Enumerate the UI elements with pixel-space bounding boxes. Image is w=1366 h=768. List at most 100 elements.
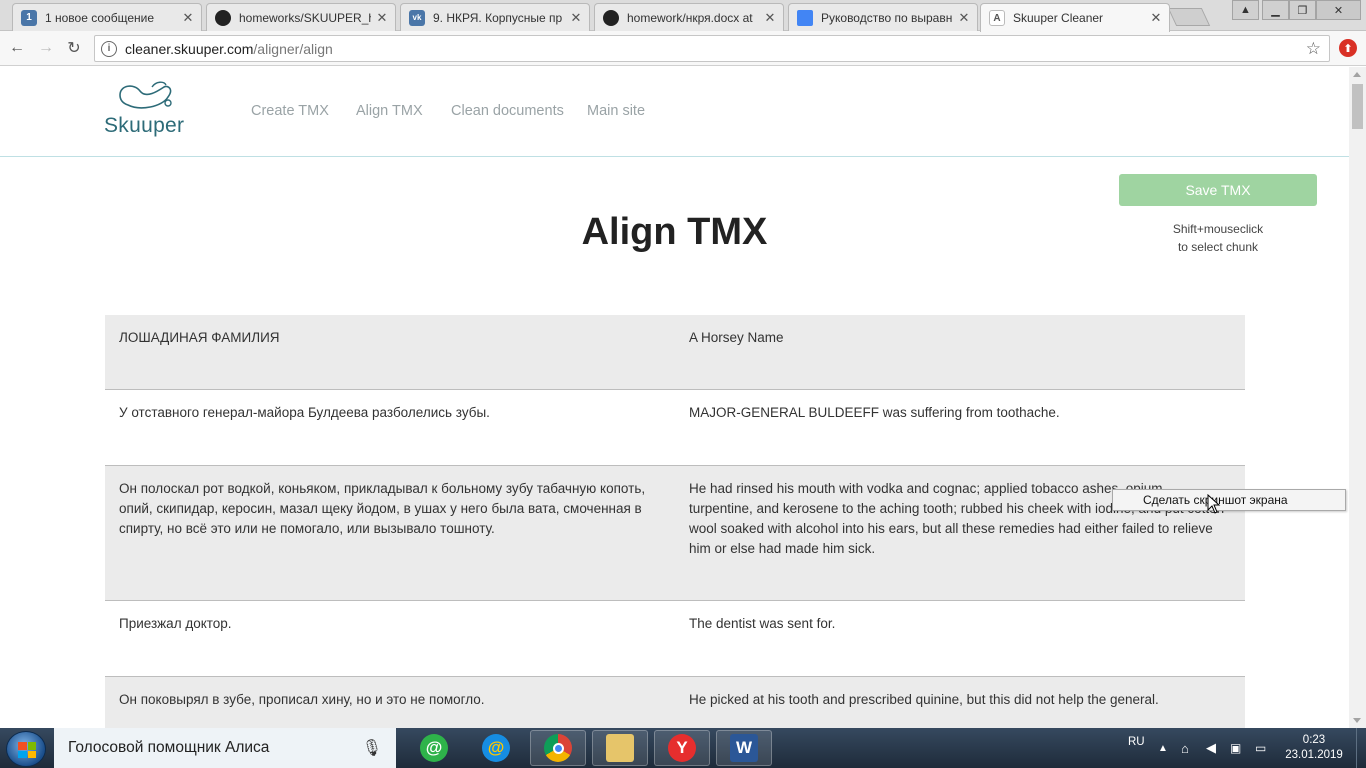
close-icon[interactable]: ✕: [1149, 10, 1163, 26]
windows-logo-icon: [18, 742, 36, 758]
site-header: Skuuper Create TMX Align TMX Clean docum…: [0, 67, 1349, 157]
action-center-icon[interactable]: ▭: [1255, 728, 1266, 768]
info-icon[interactable]: i: [101, 40, 117, 57]
close-icon[interactable]: ✕: [763, 10, 777, 26]
microphone-muted-icon[interactable]: 🎙: [362, 738, 382, 758]
source-cell[interactable]: Он поковырял в зубе, прописал хину, но и…: [105, 677, 675, 728]
target-cell[interactable]: The dentist was sent for.: [675, 601, 1245, 676]
tab-title: 1 новое сообщение: [45, 10, 155, 25]
maximize-button[interactable]: ❐: [1289, 0, 1316, 20]
nav-main-site[interactable]: Main site: [587, 103, 645, 119]
url-host: cleaner.skuuper.com: [125, 40, 254, 57]
clock-date: 23.01.2019: [1285, 749, 1343, 761]
close-window-button[interactable]: ✕: [1316, 0, 1361, 20]
start-button[interactable]: [6, 731, 46, 767]
power-icon[interactable]: ▣: [1230, 728, 1241, 768]
clock-time: 0:23: [1302, 734, 1326, 746]
source-cell[interactable]: Приезжал доктор.: [105, 601, 675, 676]
github-icon: [603, 9, 619, 26]
close-icon[interactable]: ✕: [957, 10, 971, 26]
at-sign-icon: @: [420, 734, 448, 762]
system-clock[interactable]: 0:23 23.01.2019: [1282, 733, 1346, 763]
scroll-up-icon[interactable]: [1353, 72, 1361, 77]
user-profile-button[interactable]: ▲: [1232, 0, 1259, 20]
minimize-button[interactable]: ▁: [1262, 0, 1289, 20]
logo-text: Skuuper: [104, 114, 185, 137]
show-desktop-button[interactable]: [1356, 728, 1366, 768]
vk-mail-icon: 1: [21, 9, 37, 26]
alignment-table: ЛОШАДИНАЯ ФАМИЛИЯ A Horsey Name У отстав…: [105, 315, 1245, 728]
taskbar-mail-agent[interactable]: @: [406, 730, 462, 766]
back-icon[interactable]: ←: [6, 37, 28, 59]
browser-tab-1[interactable]: 1 1 новое сообщение ✕: [12, 3, 202, 31]
browser-tab-3[interactable]: vk 9. НКРЯ. Корпусные пр ✕: [400, 3, 590, 31]
mouse-cursor-icon: [1207, 494, 1221, 514]
browser-tab-2[interactable]: homeworks/SKUUPER_hc ✕: [206, 3, 396, 31]
url-path: /aligner/align: [253, 40, 333, 57]
volume-icon[interactable]: ◀: [1206, 728, 1216, 768]
tab-title: Руководство по выравн: [821, 10, 953, 25]
skuuper-icon: A: [989, 10, 1005, 26]
close-icon[interactable]: ✕: [375, 10, 389, 26]
reload-icon[interactable]: ↻: [63, 37, 85, 59]
chrome-icon: [544, 734, 572, 762]
word-icon: W: [730, 734, 758, 762]
nav-align-tmx[interactable]: Align TMX: [356, 103, 423, 119]
source-cell[interactable]: ЛОШАДИНАЯ ФАМИЛИЯ: [105, 315, 675, 389]
table-row[interactable]: Приезжал доктор. The dentist was sent fo…: [105, 601, 1245, 677]
network-icon[interactable]: ⌂: [1181, 728, 1189, 768]
nav-create-tmx[interactable]: Create TMX: [251, 103, 329, 119]
browser-tab-4[interactable]: homework/нкря.docx at ✕: [594, 3, 784, 31]
github-icon: [215, 9, 231, 26]
target-cell[interactable]: A Horsey Name: [675, 315, 1245, 389]
taskbar-word[interactable]: W: [716, 730, 772, 766]
tab-title: homeworks/SKUUPER_hc: [239, 10, 371, 25]
windows-taskbar: Голосовой помощник Алиса 🎙 @ @ Y W RU ▲ …: [0, 728, 1366, 768]
browser-tab-5[interactable]: Руководство по выравн ✕: [788, 3, 978, 31]
table-row[interactable]: У отставного генерал-майора Булдеева раз…: [105, 390, 1245, 466]
close-icon[interactable]: ✕: [181, 10, 195, 26]
browser-tab-6[interactable]: A Skuuper Cleaner ✕: [980, 3, 1170, 32]
yandex-icon: Y: [668, 734, 696, 762]
target-cell[interactable]: He had rinsed his mouth with vodka and c…: [675, 466, 1245, 600]
target-cell[interactable]: He picked at his tooth and prescribed qu…: [675, 677, 1245, 728]
extension-icon[interactable]: ⬆: [1339, 39, 1357, 57]
taskbar-yandex-browser[interactable]: Y: [654, 730, 710, 766]
folder-icon: [606, 734, 634, 762]
tab-title: Skuuper Cleaner: [1013, 11, 1104, 25]
alice-assistant-bar[interactable]: Голосовой помощник Алиса 🎙: [54, 728, 396, 768]
tab-title: homework/нкря.docx at: [627, 10, 753, 25]
whale-icon: [119, 81, 172, 109]
nav-clean-documents[interactable]: Clean documents: [451, 103, 564, 119]
skuuper-logo[interactable]: Skuuper: [104, 81, 184, 137]
table-row[interactable]: ЛОШАДИНАЯ ФАМИЛИЯ A Horsey Name: [105, 315, 1245, 390]
google-docs-icon: [797, 9, 813, 26]
save-tmx-button[interactable]: Save TMX: [1119, 174, 1317, 206]
taskbar-explorer[interactable]: [592, 730, 648, 766]
browser-toolbar: ← → ↻ i cleaner.skuuper.com /aligner/ali…: [0, 31, 1366, 66]
bookmark-star-icon[interactable]: ☆: [1306, 39, 1321, 59]
new-tab-button[interactable]: [1167, 8, 1211, 26]
page-scrollbar[interactable]: [1349, 67, 1366, 728]
forward-icon[interactable]: →: [35, 37, 57, 59]
close-icon[interactable]: ✕: [569, 10, 583, 26]
table-row[interactable]: Он поковырял в зубе, прописал хину, но и…: [105, 677, 1245, 728]
source-cell[interactable]: Он полоскал рот водкой, коньяком, прикла…: [105, 466, 675, 600]
show-hidden-icons[interactable]: ▲: [1158, 728, 1168, 768]
taskbar-mail-ru[interactable]: @: [468, 730, 524, 766]
language-indicator[interactable]: RU: [1128, 722, 1145, 762]
table-row[interactable]: Он полоскал рот водкой, коньяком, прикла…: [105, 466, 1245, 601]
page-viewport: Skuuper Create TMX Align TMX Clean docum…: [0, 67, 1349, 728]
taskbar-chrome[interactable]: [530, 730, 586, 766]
scrollbar-thumb[interactable]: [1352, 84, 1363, 129]
browser-tab-strip: 1 1 новое сообщение ✕ homeworks/SKUUPER_…: [0, 0, 1366, 32]
at-sign-icon: @: [482, 734, 510, 762]
scroll-down-icon[interactable]: [1353, 718, 1361, 723]
page-title: Align TMX: [581, 211, 768, 253]
target-cell[interactable]: MAJOR-GENERAL BULDEEFF was suffering fro…: [675, 390, 1245, 465]
source-cell[interactable]: У отставного генерал-майора Булдеева раз…: [105, 390, 675, 465]
address-bar[interactable]: i cleaner.skuuper.com /aligner/align ☆: [94, 35, 1330, 62]
screenshot-popup[interactable]: Сделать скриншот экрана: [1112, 489, 1346, 511]
alice-assistant-text: Голосовой помощник Алиса: [68, 739, 270, 756]
tab-title: 9. НКРЯ. Корпусные пр: [433, 10, 563, 25]
